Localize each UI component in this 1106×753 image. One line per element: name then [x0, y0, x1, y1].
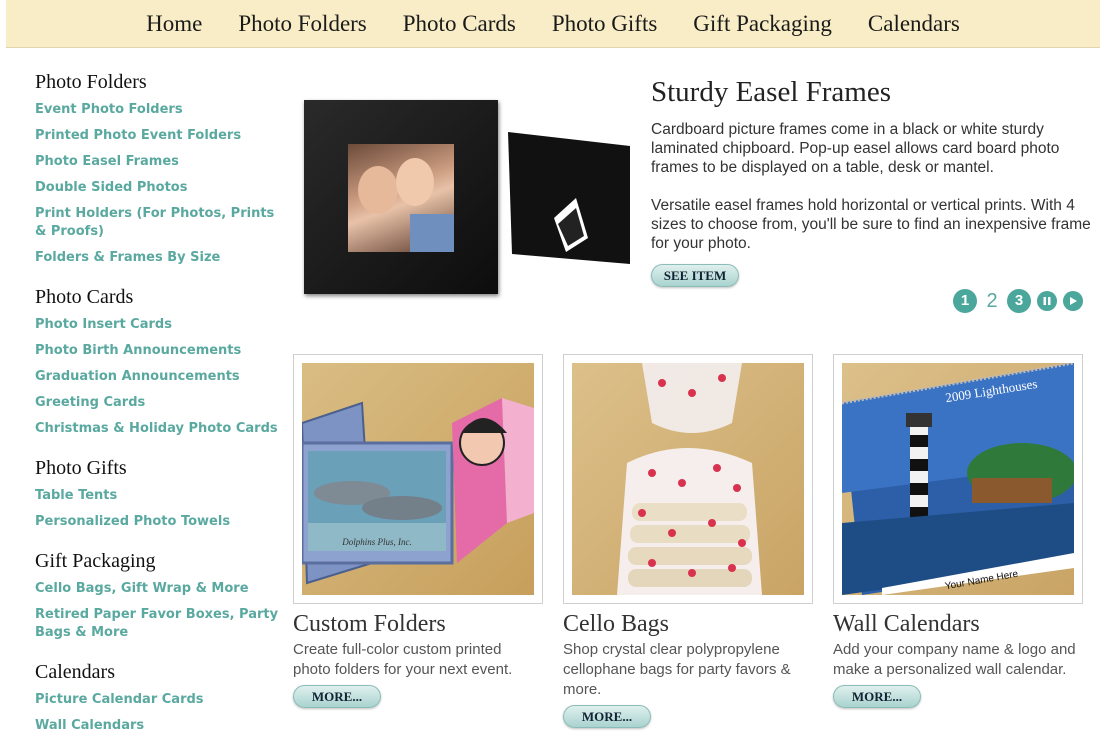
- sidebar-heading: Calendars: [35, 661, 115, 683]
- sidebar-section-photo-gifts: Photo Gifts Table Tents Personalized Pho…: [35, 456, 280, 531]
- easel-back-image: [508, 132, 630, 264]
- product-card-wall-calendars: 2009 Lighthouses Your Name Here Wall Cal…: [833, 354, 1083, 708]
- sidebar-link[interactable]: Printed Photo Event Folders: [35, 127, 280, 145]
- cello-bag-illustration: [617, 363, 762, 595]
- sidebar-section-gift-packaging: Gift Packaging Cello Bags, Gift Wrap & M…: [35, 549, 280, 642]
- sidebar-section-photo-folders: Photo Folders Event Photo Folders Printe…: [35, 70, 280, 267]
- sidebar-heading: Gift Packaging: [35, 550, 156, 572]
- see-item-button[interactable]: SEE ITEM: [651, 264, 739, 287]
- sidebar-link[interactable]: Double Sided Photos: [35, 179, 280, 197]
- sidebar-link[interactable]: Picture Calendar Cards: [35, 691, 280, 709]
- nav-home[interactable]: Home: [146, 11, 202, 37]
- sidebar-link[interactable]: Photo Easel Frames: [35, 153, 280, 171]
- sidebar-link[interactable]: Graduation Announcements: [35, 368, 280, 386]
- card-title: Custom Folders: [293, 611, 446, 637]
- card-title: Wall Calendars: [833, 611, 980, 637]
- frame-photo: [348, 144, 454, 252]
- pager-page-3[interactable]: 3: [1007, 289, 1031, 313]
- sidebar-link[interactable]: Wall Calendars: [35, 717, 280, 735]
- card-description: Create full-color custom printed photo f…: [293, 641, 513, 678]
- hero-title: Sturdy Easel Frames: [651, 76, 892, 108]
- nav-gift-packaging[interactable]: Gift Packaging: [693, 11, 832, 37]
- more-button[interactable]: MORE...: [563, 705, 651, 728]
- card-description: Shop crystal clear polypropylene celloph…: [563, 641, 791, 698]
- custom-folders-image[interactable]: Dolphins Plus, Inc.: [293, 354, 543, 604]
- easel-frame-image: [304, 100, 498, 294]
- hero-description: Cardboard picture frames come in a black…: [651, 120, 1101, 272]
- nav-calendars[interactable]: Calendars: [868, 11, 960, 37]
- sidebar-heading: Photo Folders: [35, 71, 147, 93]
- card-description: Add your company name & logo and make a …: [833, 641, 1076, 678]
- more-button[interactable]: MORE...: [833, 685, 921, 708]
- sidebar-link[interactable]: Greeting Cards: [35, 394, 280, 412]
- sidebar-link[interactable]: Retired Paper Favor Boxes, Party Bags & …: [35, 606, 280, 642]
- sidebar: Photo Folders Event Photo Folders Printe…: [35, 70, 280, 753]
- hero-paragraph: Versatile easel frames hold horizontal o…: [651, 197, 1091, 252]
- calendar-illustration: 2009 Lighthouses Your Name Here: [842, 363, 1074, 595]
- nav-photo-cards[interactable]: Photo Cards: [403, 11, 516, 37]
- sidebar-link[interactable]: Table Tents: [35, 487, 280, 505]
- top-navigation: Home Photo Folders Photo Cards Photo Gif…: [6, 0, 1100, 48]
- product-card-cello-bags: Cello Bags Shop crystal clear polypropyl…: [563, 354, 813, 728]
- sidebar-link[interactable]: Folders & Frames By Size: [35, 249, 280, 267]
- product-card-custom-folders: Dolphins Plus, Inc. Custom Folders Creat…: [293, 354, 543, 708]
- sidebar-link[interactable]: Personalized Photo Towels: [35, 513, 280, 531]
- cello-bags-image[interactable]: [563, 354, 813, 604]
- sidebar-link[interactable]: Photo Insert Cards: [35, 316, 280, 334]
- sidebar-link[interactable]: Cello Bags, Gift Wrap & More: [35, 580, 280, 598]
- pager-page-1[interactable]: 1: [953, 289, 977, 313]
- sidebar-link[interactable]: Print Holders (For Photos, Prints & Proo…: [35, 205, 280, 241]
- hero-paragraph: Cardboard picture frames come in a black…: [651, 121, 1060, 176]
- sidebar-heading: Photo Cards: [35, 286, 134, 308]
- more-button[interactable]: MORE...: [293, 685, 381, 708]
- folder-image-text: Dolphins Plus, Inc.: [341, 537, 412, 547]
- nav-photo-folders[interactable]: Photo Folders: [238, 11, 366, 37]
- card-title: Cello Bags: [563, 611, 669, 637]
- nav-photo-gifts[interactable]: Photo Gifts: [552, 11, 657, 37]
- play-icon[interactable]: [1063, 291, 1083, 311]
- slideshow-pager: 1 2 3: [953, 289, 1083, 313]
- sidebar-link[interactable]: Christmas & Holiday Photo Cards: [35, 420, 280, 438]
- sidebar-link[interactable]: Photo Birth Announcements: [35, 342, 280, 360]
- pause-icon[interactable]: [1037, 291, 1057, 311]
- folder-illustration: Dolphins Plus, Inc.: [302, 398, 534, 585]
- sidebar-section-calendars: Calendars Picture Calendar Cards Wall Ca…: [35, 660, 280, 735]
- sidebar-section-photo-cards: Photo Cards Photo Insert Cards Photo Bir…: [35, 285, 280, 438]
- pager-page-2[interactable]: 2: [983, 290, 1001, 313]
- sidebar-link[interactable]: Event Photo Folders: [35, 101, 280, 119]
- wall-calendars-image[interactable]: 2009 Lighthouses Your Name Here: [833, 354, 1083, 604]
- sidebar-heading: Photo Gifts: [35, 457, 127, 479]
